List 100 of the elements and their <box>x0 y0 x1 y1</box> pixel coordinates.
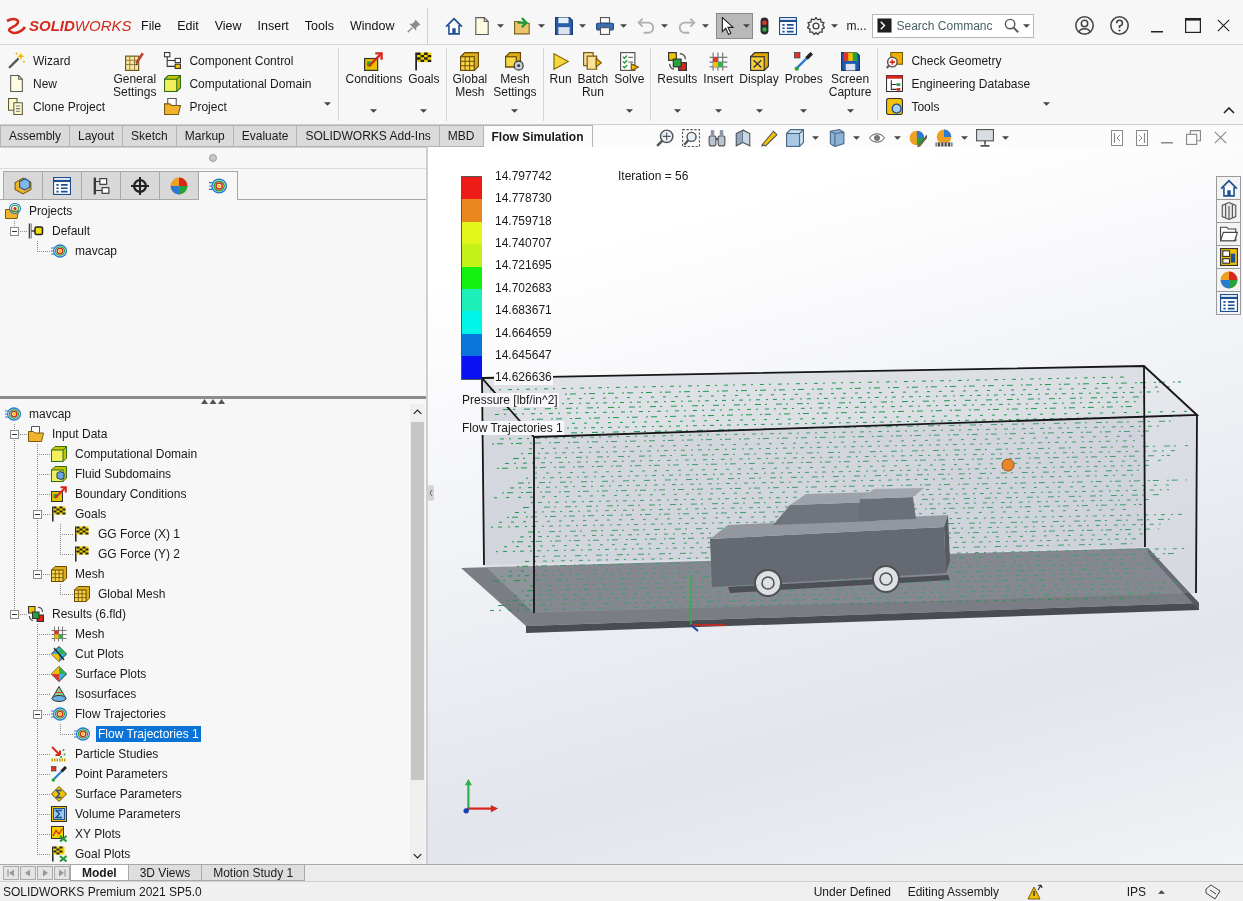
chevron-down-icon[interactable] <box>413 853 422 859</box>
caret-icon[interactable] <box>742 23 750 28</box>
search-field[interactable]: Search Commanc <box>871 13 1034 38</box>
tree-item[interactable]: Flow Trajectories 1 <box>96 726 201 742</box>
ribbon-button[interactable]: Display <box>736 49 782 118</box>
traffic-light-icon[interactable] <box>759 16 769 35</box>
tab[interactable]: Flow Simulation <box>482 125 593 147</box>
caret-icon[interactable] <box>811 135 819 140</box>
pencil-icon[interactable] <box>759 128 778 147</box>
tree-item[interactable]: Mesh <box>73 626 107 642</box>
panel-left-icon[interactable] <box>1111 129 1123 146</box>
caret-icon[interactable] <box>1022 23 1030 28</box>
ribbon-button[interactable]: Clone Project <box>5 95 109 118</box>
tree-item[interactable]: GG Force (X) 1 <box>96 526 182 542</box>
caret-icon[interactable] <box>660 23 668 28</box>
tree-item[interactable]: XY Plots <box>73 826 123 842</box>
ribbon-button[interactable]: Batch Run <box>574 49 612 118</box>
tab[interactable]: Model <box>70 865 129 881</box>
user-icon[interactable] <box>1075 16 1094 35</box>
tree-item[interactable]: Surface Parameters <box>73 786 184 802</box>
menu-item[interactable]: Window <box>342 18 403 33</box>
panel-tab[interactable] <box>81 171 121 199</box>
tag-icon[interactable] <box>1205 883 1221 900</box>
tree-item[interactable]: GG Force (Y) 2 <box>96 546 182 562</box>
ribbon-button[interactable]: Global Mesh <box>449 49 491 118</box>
ball-pencil-icon[interactable] <box>908 128 927 147</box>
splitter-grip-icon[interactable] <box>201 399 225 404</box>
home-icon[interactable] <box>444 16 463 35</box>
tree-item[interactable]: Projects <box>27 203 75 219</box>
monitor-icon[interactable] <box>975 128 994 147</box>
eye-icon[interactable] <box>867 132 886 143</box>
tab[interactable]: 3D Views <box>127 865 203 881</box>
gear-icon[interactable] <box>806 16 825 35</box>
tab[interactable]: SOLIDWORKS Add-Ins <box>296 125 440 146</box>
ribbon-button[interactable]: Solve <box>611 49 648 118</box>
menu-item[interactable]: Tools <box>296 18 343 33</box>
ribbon-button[interactable]: Component Control <box>161 49 315 72</box>
close-icon[interactable] <box>1217 19 1230 32</box>
menu-item[interactable]: Edit <box>169 18 207 33</box>
grip-dot-icon[interactable] <box>209 154 217 162</box>
task-pane-button[interactable] <box>1216 222 1241 246</box>
caret-icon[interactable] <box>673 109 681 113</box>
tab[interactable]: Markup <box>175 125 234 146</box>
tree-item[interactable]: Mesh <box>73 566 107 582</box>
tree-item[interactable]: Fluid Subdomains <box>73 466 174 482</box>
tree-item[interactable]: Flow Trajectories <box>73 706 168 722</box>
collapse-icon[interactable] <box>33 509 42 519</box>
caret-icon[interactable] <box>701 23 709 28</box>
pin-icon[interactable] <box>406 18 421 33</box>
tab[interactable]: Layout <box>69 125 124 146</box>
tree-item[interactable]: Results (6.fld) <box>50 606 129 622</box>
tab[interactable]: Evaluate <box>232 125 298 146</box>
minimize-icon[interactable] <box>1151 30 1163 33</box>
tree-item[interactable]: Boundary Conditions <box>73 486 189 502</box>
ribbon-button[interactable]: Probes <box>781 49 826 118</box>
ribbon-button[interactable]: Check Geometry <box>883 49 1034 72</box>
ribbon-button[interactable]: New <box>5 72 109 95</box>
collapse-icon[interactable] <box>10 226 19 236</box>
panel-tab[interactable] <box>42 171 82 199</box>
caret-icon[interactable] <box>755 109 763 113</box>
caret-icon[interactable] <box>537 23 545 28</box>
collapse-handle-icon[interactable] <box>428 485 434 501</box>
caret-icon[interactable] <box>960 135 968 140</box>
ribbon-button[interactable]: Computational Domain <box>161 72 315 95</box>
tab[interactable]: Assembly <box>0 125 70 146</box>
ribbon-button[interactable]: Conditions <box>342 49 406 118</box>
menu-item[interactable]: View <box>206 18 250 33</box>
caret-icon[interactable] <box>893 135 901 140</box>
caret-icon[interactable] <box>619 23 627 28</box>
caret-icon[interactable] <box>420 109 428 113</box>
ribbon-button[interactable]: General Settings <box>110 49 160 118</box>
ribbon-button[interactable]: Results <box>654 49 701 118</box>
caret-icon[interactable] <box>1001 135 1009 140</box>
task-pane-button[interactable] <box>1216 291 1241 315</box>
caret-icon[interactable] <box>714 109 722 113</box>
chevron-up-icon[interactable] <box>1223 107 1235 114</box>
collapse-icon[interactable] <box>10 609 19 619</box>
tree-item[interactable]: mavcap <box>27 406 74 422</box>
tab[interactable]: Sketch <box>122 125 177 146</box>
collapse-icon[interactable] <box>33 569 42 579</box>
ribbon-button[interactable]: Tools <box>883 95 1034 118</box>
collapse-icon[interactable] <box>33 709 42 719</box>
tree-item[interactable]: Volume Parameters <box>73 806 183 822</box>
tree-item[interactable]: Goals <box>73 506 109 522</box>
task-pane-button[interactable] <box>1216 176 1241 200</box>
list-icon[interactable] <box>778 16 797 35</box>
tab[interactable]: MBD <box>438 125 484 146</box>
scrollbar[interactable] <box>410 404 425 864</box>
caret-icon[interactable] <box>370 109 378 113</box>
tree-item[interactable]: Default <box>50 223 93 239</box>
menu-item[interactable]: Insert <box>249 18 297 33</box>
caret-icon[interactable] <box>511 109 519 113</box>
tree-item[interactable]: Input Data <box>50 426 110 442</box>
ribbon-button[interactable]: Project <box>161 95 315 118</box>
menu-item[interactable]: File <box>133 18 170 33</box>
tree-item[interactable]: Surface Plots <box>73 666 149 682</box>
sectioned-block-icon[interactable] <box>733 128 752 147</box>
toolbar-button[interactable] <box>715 12 753 39</box>
caret-icon[interactable] <box>852 135 860 140</box>
tree-item[interactable]: Particle Studies <box>73 746 161 762</box>
